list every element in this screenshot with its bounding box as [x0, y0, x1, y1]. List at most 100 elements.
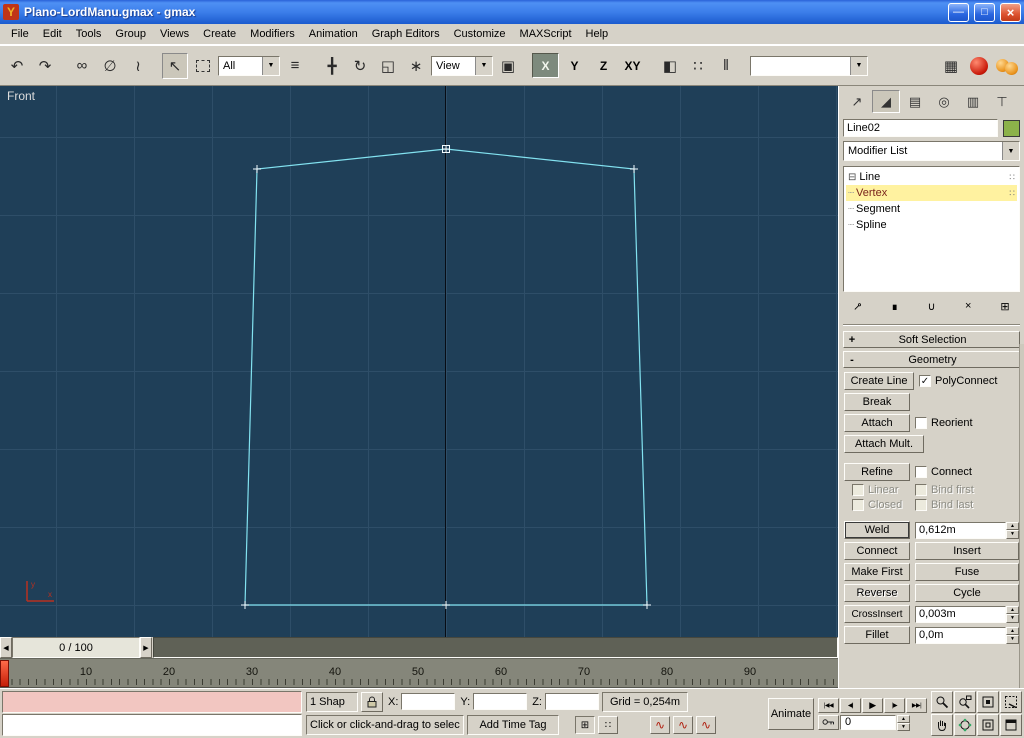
time-slider-marker[interactable] — [0, 660, 9, 687]
material-spheres-icon[interactable] — [994, 53, 1020, 79]
fillet-button[interactable]: Fillet — [844, 626, 910, 644]
listener-window-icon[interactable]: ⊞ — [575, 716, 595, 734]
menu-item-maxscript[interactable]: MAXScript — [513, 26, 579, 42]
show-end-result-icon[interactable]: ∎ — [881, 296, 909, 316]
attach-button[interactable]: Attach — [844, 414, 910, 432]
rollout-geometry[interactable]: - Geometry — [843, 351, 1020, 368]
weld-threshold-spinner[interactable]: 0,612m ▲ ▼ — [915, 522, 1019, 539]
select-and-link-icon[interactable]: ∞ — [69, 53, 95, 79]
stack-item-line[interactable]: ⊟ Line ∷ — [846, 169, 1017, 185]
next-frame-icon[interactable]: |▶ — [884, 698, 905, 713]
cycle-button[interactable]: Cycle — [915, 584, 1019, 602]
material-navigator-icon[interactable] — [966, 53, 992, 79]
unlink-selection-icon[interactable]: ∅ — [97, 53, 123, 79]
key-mode-toggle[interactable] — [818, 715, 839, 730]
stack-item-vertex[interactable]: ┈ Vertex ∷ — [846, 185, 1017, 201]
track-bar[interactable] — [153, 637, 838, 658]
break-button[interactable]: Break — [844, 393, 910, 411]
listener-script-row[interactable] — [2, 714, 302, 736]
spinner-arrows[interactable]: ▲ ▼ — [1006, 627, 1019, 644]
spinner-arrows[interactable]: ▲ ▼ — [1006, 606, 1019, 623]
connect-checkbox[interactable]: Connect — [915, 466, 972, 478]
menu-item-graph-editors[interactable]: Graph Editors — [365, 26, 447, 42]
tab-modify-icon[interactable]: ◢ — [872, 90, 900, 113]
pan-icon[interactable] — [931, 714, 953, 736]
key-tangent-icon[interactable]: ∿ — [650, 716, 670, 734]
frame-spinner[interactable]: ▲ ▼ — [897, 715, 910, 730]
maximize-button[interactable]: □ — [974, 3, 995, 22]
refine-button[interactable]: Refine — [844, 463, 910, 481]
zoom-extents-icon[interactable] — [977, 691, 999, 713]
viewport-label[interactable]: Front — [7, 89, 35, 103]
coord-system-dropdown[interactable]: View ▼ — [431, 56, 493, 76]
weld-threshold-value[interactable]: 0,612m — [915, 522, 1006, 539]
select-and-rotate-icon[interactable]: ↻ — [347, 53, 373, 79]
pin-stack-icon[interactable]: ⊸ — [844, 296, 872, 316]
previous-frame-icon[interactable]: ◀| — [840, 698, 861, 713]
frame-back-button[interactable]: ◀ — [0, 637, 12, 658]
menu-item-views[interactable]: Views — [153, 26, 196, 42]
arc-rotate-icon[interactable] — [954, 714, 976, 736]
undo-icon[interactable]: ↶ — [4, 53, 30, 79]
menu-item-edit[interactable]: Edit — [36, 26, 69, 42]
frame-display[interactable]: 0 / 100 — [12, 637, 140, 658]
selection-region-icon[interactable] — [190, 53, 216, 79]
named-selection-dropdown[interactable]: ▼ — [750, 56, 868, 76]
spinner-up-icon[interactable]: ▲ — [897, 715, 910, 723]
zoom-icon[interactable] — [931, 691, 953, 713]
selection-filter-dropdown[interactable]: All ▼ — [218, 56, 280, 76]
fillet-value[interactable]: 0,0m — [915, 627, 1006, 644]
make-unique-icon[interactable]: ∪ — [918, 296, 946, 316]
make-first-button[interactable]: Make First — [844, 563, 910, 581]
spinner-down-icon[interactable]: ▼ — [1006, 614, 1019, 623]
key-tangent-icon[interactable]: ∿ — [696, 716, 716, 734]
spinner-down-icon[interactable]: ▼ — [897, 723, 910, 731]
frame-forward-button[interactable]: ▶ — [140, 637, 152, 658]
stack-item-segment[interactable]: ┈ Segment — [846, 201, 1017, 217]
attach-mult-button[interactable]: Attach Mult. — [844, 435, 924, 453]
menu-item-tools[interactable]: Tools — [69, 26, 109, 42]
spinner-up-icon[interactable]: ▲ — [1006, 606, 1019, 615]
macro-recorder-icon[interactable]: ∷ — [598, 716, 618, 734]
menu-item-group[interactable]: Group — [108, 26, 153, 42]
restrict-y-button[interactable]: Y — [561, 53, 588, 78]
menu-item-file[interactable]: File — [4, 26, 36, 42]
select-object-icon[interactable]: ↖ — [162, 53, 188, 79]
zoom-extents-selected-icon[interactable] — [977, 714, 999, 736]
zoom-region-icon[interactable] — [1000, 691, 1022, 713]
fuse-button[interactable]: Fuse — [915, 563, 1019, 581]
selection-lock-button[interactable] — [361, 692, 383, 712]
y-coordinate-input[interactable] — [473, 693, 527, 710]
fillet-spinner[interactable]: 0,0m ▲ ▼ — [915, 627, 1019, 644]
go-to-end-icon[interactable]: ▶▶| — [906, 698, 927, 713]
restrict-xy-button[interactable]: XY — [619, 53, 646, 78]
crossinsert-spinner[interactable]: 0,003m ▲ ▼ — [915, 606, 1019, 623]
tab-utilities-icon[interactable]: ⊤ — [988, 90, 1016, 113]
x-coordinate-input[interactable] — [401, 693, 455, 710]
tab-motion-icon[interactable]: ◎ — [930, 90, 958, 113]
select-and-scale-icon[interactable]: ◱ — [375, 53, 401, 79]
animate-button[interactable]: Animate — [768, 698, 814, 730]
keyboard-shortcut-override-icon[interactable]: ▦ — [938, 53, 964, 79]
menu-item-animation[interactable]: Animation — [302, 26, 365, 42]
zoom-all-icon[interactable] — [954, 691, 976, 713]
close-button[interactable]: × — [1000, 3, 1021, 22]
weld-button[interactable]: Weld — [844, 521, 910, 539]
go-to-start-icon[interactable]: |◀◀ — [818, 698, 839, 713]
maxscript-mini-listener[interactable] — [2, 691, 302, 736]
crossinsert-value[interactable]: 0,003m — [915, 606, 1006, 623]
play-icon[interactable]: ▶ — [862, 698, 883, 713]
align-icon[interactable]: ‖ — [713, 53, 739, 79]
select-and-manipulate-icon[interactable]: ∗ — [403, 53, 429, 79]
menu-item-help[interactable]: Help — [579, 26, 616, 42]
menu-item-create[interactable]: Create — [196, 26, 243, 42]
rollout-soft-selection[interactable]: + Soft Selection — [843, 331, 1020, 348]
reorient-checkbox[interactable]: Reorient — [915, 417, 973, 429]
front-viewport[interactable]: Front x y — [0, 86, 838, 637]
current-frame-field[interactable]: 0 — [840, 715, 896, 730]
bind-to-spacewarp-icon[interactable]: ≀ — [125, 53, 151, 79]
min-max-toggle-icon[interactable] — [1000, 714, 1022, 736]
spinner-arrows[interactable]: ▲ ▼ — [1006, 522, 1019, 539]
polyconnect-checkbox[interactable]: ✓ PolyConnect — [919, 375, 997, 387]
select-and-move-icon[interactable]: ╋ — [319, 53, 345, 79]
